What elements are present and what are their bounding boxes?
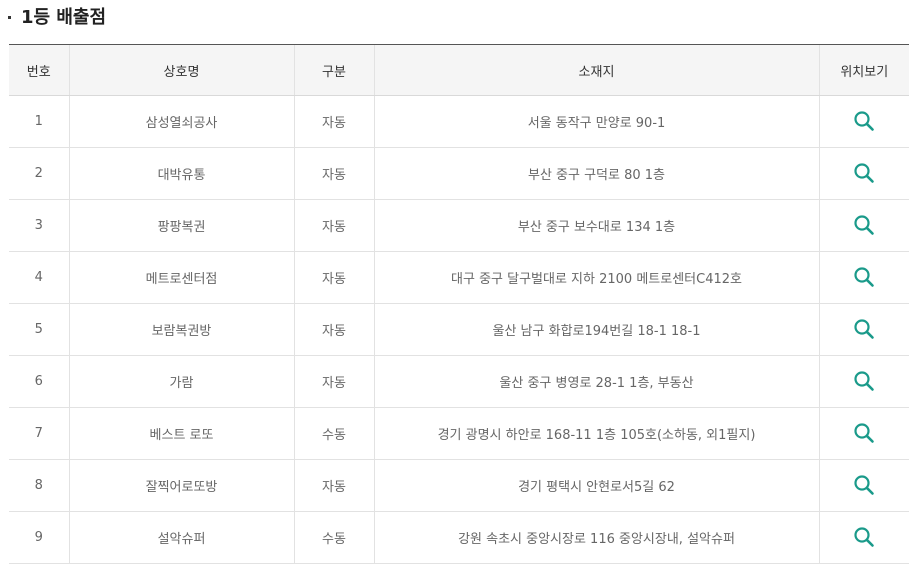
cell-number: 7: [9, 407, 69, 460]
table-row: 6 가람 자동 울산 중구 병영로 28-1 1층, 부동산: [9, 355, 909, 408]
cell-location: [818, 459, 909, 512]
view-location-button[interactable]: [850, 107, 878, 135]
header-location: 위치보기: [818, 44, 909, 96]
cell-type: 자동: [293, 303, 374, 356]
view-location-button[interactable]: [850, 523, 878, 551]
search-icon[interactable]: [853, 162, 875, 184]
view-location-button[interactable]: [850, 315, 878, 343]
cell-store-name: 보람복권방: [68, 303, 294, 356]
cell-number: 5: [9, 303, 69, 356]
header-number: 번호: [9, 44, 69, 96]
view-location-button[interactable]: [850, 471, 878, 499]
header-address: 소재지: [373, 44, 819, 96]
cell-number: 3: [9, 199, 69, 252]
table-row: 5 보람복권방 자동 울산 남구 화합로194번길 18-1 18-1: [9, 303, 909, 356]
cell-store-name: 가람: [68, 355, 294, 408]
title-bullet: [8, 15, 11, 19]
table-row: 2 대박유통 자동 부산 중구 구덕로 80 1층: [9, 147, 909, 200]
cell-type: 자동: [293, 199, 374, 252]
cell-type: 자동: [293, 355, 374, 408]
section-title-text: 1등 배출점: [21, 7, 107, 28]
cell-store-name: 삼성열쇠공사: [68, 95, 294, 148]
cell-store-name: 대박유통: [68, 147, 294, 200]
cell-location: [818, 355, 909, 408]
table-row: 1 삼성열쇠공사 자동 서울 동작구 만양로 90-1: [9, 95, 909, 148]
view-location-button[interactable]: [850, 263, 878, 291]
search-icon[interactable]: [853, 474, 875, 496]
table-row: 4 메트로센터점 자동 대구 중구 달구벌대로 지하 2100 메트로센터C412호: [9, 251, 909, 304]
cell-store-name: 메트로센터점: [68, 251, 294, 304]
winners-table: 번호 상호명 구분 소재지 위치보기 1 삼성열쇠공사 자동 서울 동작구 만양로 9…: [9, 44, 909, 564]
view-location-button[interactable]: [850, 419, 878, 447]
cell-number: 4: [9, 251, 69, 304]
cell-number: 1: [9, 95, 69, 148]
search-icon[interactable]: [853, 214, 875, 236]
cell-store-name: 설악슈퍼: [68, 511, 294, 564]
cell-store-name: 잘찍어로또방: [68, 459, 294, 512]
cell-store-name: 팡팡복권: [68, 199, 294, 252]
header-type: 구분: [293, 44, 374, 96]
cell-address: 경기 평택시 안현로서5길 62: [373, 459, 819, 512]
search-icon[interactable]: [853, 370, 875, 392]
cell-store-name: 베스트 로또: [68, 407, 294, 460]
search-icon[interactable]: [853, 318, 875, 340]
cell-location: [818, 95, 909, 148]
table-body: 1 삼성열쇠공사 자동 서울 동작구 만양로 90-1 2 대박유통 자동 부산 중구 구덕로…: [9, 95, 909, 564]
cell-type: 자동: [293, 95, 374, 148]
cell-address: 대구 중구 달구벌대로 지하 2100 메트로센터C412호: [373, 251, 819, 304]
cell-type: 자동: [293, 459, 374, 512]
table-row: 8 잘찍어로또방 자동 경기 평택시 안현로서5길 62: [9, 459, 909, 512]
cell-location: [818, 147, 909, 200]
cell-number: 9: [9, 511, 69, 564]
cell-number: 2: [9, 147, 69, 200]
cell-address: 강원 속초시 중앙시장로 116 중앙시장내, 설악슈퍼: [373, 511, 819, 564]
cell-location: [818, 407, 909, 460]
table-row: 3 팡팡복권 자동 부산 중구 보수대로 134 1층: [9, 199, 909, 252]
cell-type: 자동: [293, 251, 374, 304]
table-row: 7 베스트 로또 수동 경기 광명시 하안로 168-11 1층 105호(소하동, …: [9, 407, 909, 460]
cell-number: 8: [9, 459, 69, 512]
header-store-name: 상호명: [68, 44, 294, 96]
cell-type: 수동: [293, 407, 374, 460]
search-icon[interactable]: [853, 422, 875, 444]
table-header-row: 번호 상호명 구분 소재지 위치보기: [9, 44, 909, 96]
view-location-button[interactable]: [850, 367, 878, 395]
cell-location: [818, 511, 909, 564]
view-location-button[interactable]: [850, 159, 878, 187]
search-icon[interactable]: [853, 110, 875, 132]
cell-location: [818, 199, 909, 252]
view-location-button[interactable]: [850, 211, 878, 239]
search-icon[interactable]: [853, 526, 875, 548]
cell-location: [818, 251, 909, 304]
cell-type: 수동: [293, 511, 374, 564]
cell-address: 울산 중구 병영로 28-1 1층, 부동산: [373, 355, 819, 408]
cell-address: 서울 동작구 만양로 90-1: [373, 95, 819, 148]
cell-number: 6: [9, 355, 69, 408]
table-row: 9 설악슈퍼 수동 강원 속초시 중앙시장로 116 중앙시장내, 설악슈퍼: [9, 511, 909, 564]
cell-type: 자동: [293, 147, 374, 200]
cell-address: 부산 중구 구덕로 80 1층: [373, 147, 819, 200]
cell-address: 경기 광명시 하안로 168-11 1층 105호(소하동, 외1필지): [373, 407, 819, 460]
cell-address: 울산 남구 화합로194번길 18-1 18-1: [373, 303, 819, 356]
search-icon[interactable]: [853, 266, 875, 288]
cell-address: 부산 중구 보수대로 134 1층: [373, 199, 819, 252]
cell-location: [818, 303, 909, 356]
section-title: 1등 배출점: [8, 2, 106, 30]
